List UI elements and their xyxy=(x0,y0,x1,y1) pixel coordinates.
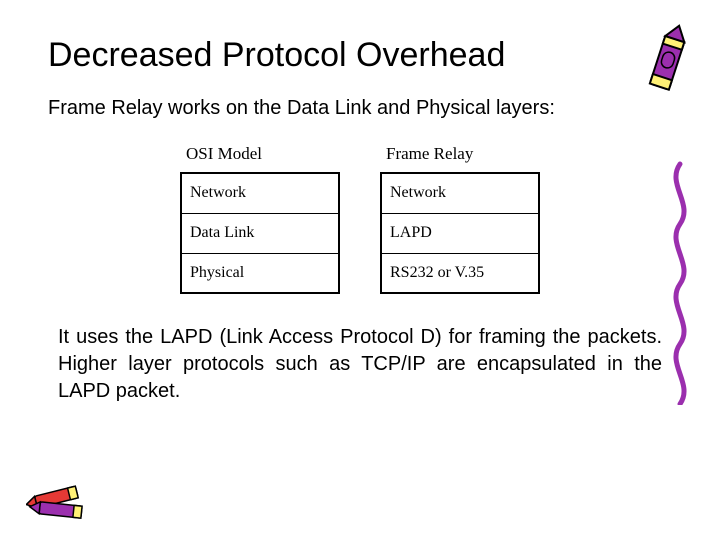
framerelay-table: Network LAPD RS232 or V.35 xyxy=(380,172,540,294)
slide: Decreased Protocol Overhead Frame Relay … xyxy=(0,0,720,540)
table-cell: Network xyxy=(381,173,539,213)
framerelay-column: Frame Relay Network LAPD RS232 or V.35 xyxy=(380,144,540,294)
squiggle-icon xyxy=(664,160,696,405)
comparison-table: OSI Model Network Data Link Physical Fra… xyxy=(48,144,672,294)
intro-text: Frame Relay works on the Data Link and P… xyxy=(48,97,672,120)
osi-table: Network Data Link Physical xyxy=(180,172,340,294)
page-title: Decreased Protocol Overhead xyxy=(48,36,672,75)
table-cell: RS232 or V.35 xyxy=(381,253,539,293)
table-cell: Data Link xyxy=(181,213,339,253)
table-cell: Network xyxy=(181,173,339,213)
table-cell: Physical xyxy=(181,253,339,293)
framerelay-header: Frame Relay xyxy=(380,144,540,172)
crayons-icon xyxy=(26,476,96,522)
crayon-icon xyxy=(644,20,692,100)
osi-column: OSI Model Network Data Link Physical xyxy=(180,144,340,294)
table-cell: LAPD xyxy=(381,213,539,253)
description-text: It uses the LAPD (Link Access Protocol D… xyxy=(58,324,662,405)
osi-header: OSI Model xyxy=(180,144,340,172)
